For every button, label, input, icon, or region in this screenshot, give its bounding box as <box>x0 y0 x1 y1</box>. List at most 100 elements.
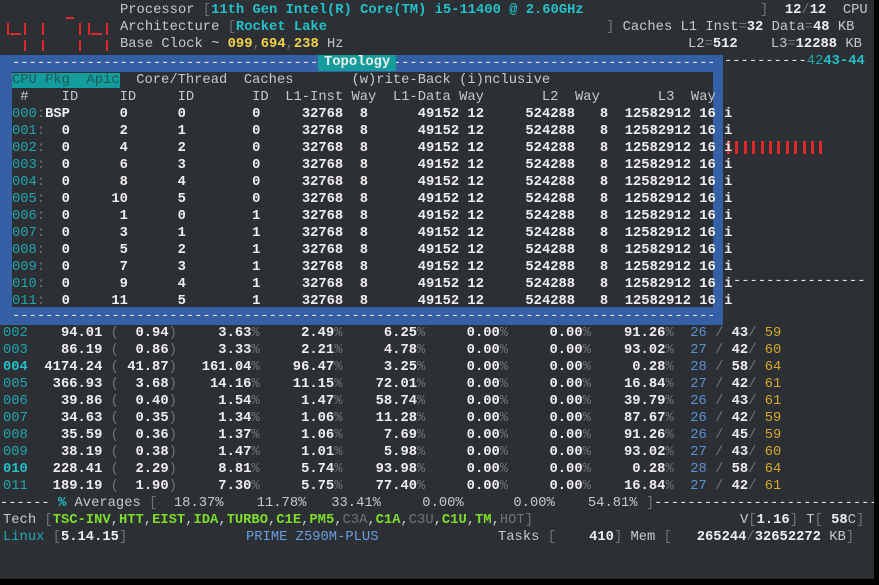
kb-unit: KB <box>837 20 855 35</box>
apic-id: 2 <box>69 124 128 139</box>
topology-row[interactable]: 001: 0 2 1 0 32768 8 49152 12 524288 8 1… <box>12 123 732 140</box>
l3: 12582912 <box>608 107 691 122</box>
topology-row[interactable]: 008: 0 5 2 1 32768 8 49152 12 524288 8 1… <box>12 242 732 259</box>
tech-flag-tsc-inv: TSC-INV <box>52 513 111 528</box>
cpu-number: 000 <box>12 107 37 122</box>
l3: 12582912 <box>608 175 691 190</box>
pkg-id: 0 <box>45 243 70 258</box>
cpu-monitor-row[interactable]: 007 34.63 ( 0.35) 1.34% 1.06% 11.28% 0.0… <box>3 410 781 427</box>
topology-row[interactable]: 005: 0 10 5 0 32768 8 49152 12 524288 8 … <box>12 191 732 208</box>
pct: % <box>582 428 591 443</box>
l1-inst-way: 8 <box>343 124 369 139</box>
temp-min: 26 <box>673 326 707 341</box>
topology-row[interactable]: 010: 0 9 4 1 32768 8 49152 12 524288 8 1… <box>12 276 732 293</box>
inclusive-flag: i <box>715 243 733 258</box>
c1-pct: 5.98 <box>342 445 417 460</box>
l1-data: 49152 <box>368 124 460 139</box>
topology-row[interactable]: 004: 0 8 4 0 32768 8 49152 12 524288 8 1… <box>12 174 732 191</box>
cpu-monitor-row[interactable]: 003 86.19 ( 0.86) 3.33% 2.21% 4.78% 0.00… <box>3 342 781 359</box>
l1-data: 49152 <box>368 107 460 122</box>
slash: / <box>706 360 732 375</box>
base-clock-line: Base Clock ~ 099,694,238 Hz <box>120 37 344 52</box>
separator: : <box>36 277 46 292</box>
pct: % <box>665 343 674 358</box>
l3: 12582912 <box>608 260 691 275</box>
temp-min: 26 <box>673 411 707 426</box>
cpu-monitor-row[interactable]: 008 35.59 ( 0.36) 1.37% 1.06% 7.69% 0.00… <box>3 427 781 444</box>
pct: % <box>582 326 591 341</box>
c1-pct: 6.25 <box>342 326 417 341</box>
cpu-monitor-row[interactable]: 009 38.19 ( 0.38) 1.47% 1.01% 5.98% 0.00… <box>3 444 781 461</box>
tech-flag-tm: TM <box>475 513 492 528</box>
slash: / <box>748 479 765 494</box>
corefreq-terminal: Processor [11th Gen Intel(R) Core(TM) i5… <box>0 0 874 579</box>
l3: 12582912 <box>608 141 691 156</box>
l1-data-way: 12 <box>459 192 484 207</box>
base-clock-unit: Hz <box>327 37 344 52</box>
turbo-pct: 161.04 <box>176 360 252 375</box>
temp-max: 64 <box>764 462 782 477</box>
paren: ) <box>168 445 177 460</box>
slash: / <box>706 377 732 392</box>
cpu-monitor-row[interactable]: 006 39.86 ( 0.40) 1.54% 1.47% 58.74% 0.0… <box>3 393 781 410</box>
l2: 524288 <box>483 107 576 122</box>
l1-inst: 32768 <box>260 124 344 139</box>
topology-row[interactable]: 006: 0 1 0 1 32768 8 49152 12 524288 8 1… <box>12 208 732 225</box>
l2: 524288 <box>483 260 576 275</box>
average-value: 33.41% <box>306 496 381 511</box>
apic-id: 0 <box>69 107 128 122</box>
core-id: 0 <box>127 209 186 224</box>
l3-way: 16 <box>690 294 716 309</box>
topology-window[interactable]: ----------------------------------------… <box>0 55 732 325</box>
pct: % <box>251 411 260 426</box>
base-clock-part: 099 <box>227 37 253 52</box>
l1-data-value: 48 <box>813 20 830 35</box>
paren: ( <box>102 445 119 460</box>
cpu-number: 010 <box>3 462 28 477</box>
c6-pct: 0.00 <box>508 326 583 341</box>
topology-row[interactable]: 007: 0 3 1 1 32768 8 49152 12 524288 8 1… <box>12 225 732 242</box>
temp-value: 58 <box>831 513 848 528</box>
slash: / <box>748 445 765 460</box>
l3: 12582912 <box>608 243 691 258</box>
average-value: 0.00% <box>380 496 464 511</box>
l2: 524288 <box>483 192 576 207</box>
c3-pct: 0.00 <box>425 445 500 460</box>
topology-row[interactable]: 003: 0 6 3 0 32768 8 49152 12 524288 8 1… <box>12 157 732 174</box>
pct: % <box>251 479 260 494</box>
separator: , <box>334 513 343 528</box>
cpu-monitor-row[interactable]: 002 94.01 ( 0.94) 3.63% 2.49% 6.25% 0.00… <box>3 325 781 342</box>
paren: ( <box>102 462 119 477</box>
cpu-monitor-row[interactable]: 004 4174.24 ( 41.87) 161.04% 96.47% 3.25… <box>3 359 781 376</box>
topology-title: Topology <box>318 55 397 71</box>
cpu-number: 007 <box>3 411 28 426</box>
pct: % <box>251 445 260 460</box>
average-value: 54.81% <box>554 496 638 511</box>
paren: ( <box>102 360 119 375</box>
topology-row[interactable]: 009: 0 7 3 1 32768 8 49152 12 524288 8 1… <box>12 259 732 276</box>
l3-way: 16 <box>690 209 716 224</box>
topology-header-2: # ID ID ID ID L1-Inst Way L1-Data Way L2… <box>12 90 716 105</box>
temp-unit: C <box>847 513 856 528</box>
l1-data: 49152 <box>368 141 460 156</box>
core-id: 2 <box>127 141 186 156</box>
thread-id: 1 <box>185 260 261 275</box>
c1-pct: 4.78 <box>342 343 417 358</box>
temp-max: 61 <box>764 479 782 494</box>
average-value: 18.37% <box>165 496 224 511</box>
pct: % <box>251 462 260 477</box>
topology-row[interactable]: 000:BSP 0 0 0 32768 8 49152 12 524288 8 … <box>12 106 732 123</box>
average-value: 11.78% <box>223 496 307 511</box>
cpu-monitor-row[interactable]: 011 189.19 ( 1.90) 7.30% 5.75% 77.40% 0.… <box>3 478 781 495</box>
load-bar-tick <box>735 141 739 154</box>
l1-data: 49152 <box>368 226 460 241</box>
cpu-monitor-row[interactable]: 005 366.93 ( 3.68) 14.16% 11.15% 72.01% … <box>3 376 781 393</box>
paren: ) <box>168 394 177 409</box>
pkg-id: 0 <box>45 175 70 190</box>
paren: ) <box>168 326 177 341</box>
ratio: 0.94 <box>118 326 169 341</box>
topology-row[interactable]: 002: 0 4 2 0 32768 8 49152 12 524288 8 1… <box>12 140 732 157</box>
slash: / <box>748 343 765 358</box>
pct: % <box>499 462 509 477</box>
cpu-monitor-row[interactable]: 010 228.41 ( 2.29) 8.81% 5.74% 93.98% 0.… <box>3 461 781 478</box>
